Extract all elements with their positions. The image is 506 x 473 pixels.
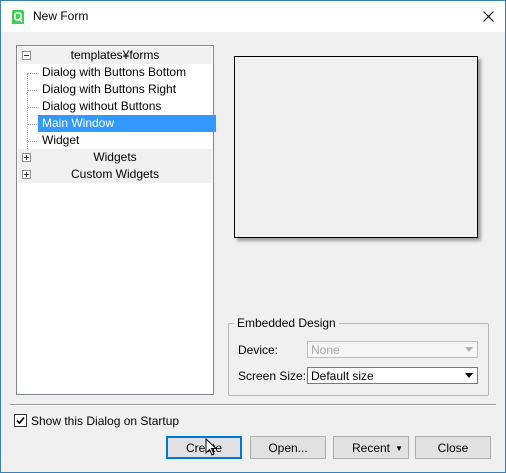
device-label: Device: <box>238 343 279 357</box>
show-on-startup-label: Show this Dialog on Startup <box>31 414 180 428</box>
qt-designer-icon <box>12 10 24 24</box>
tree-item-main-window[interactable]: Main Window <box>18 115 216 132</box>
tree-item-label: Main Window <box>38 115 216 132</box>
embedded-design-title: Embedded Design <box>234 316 339 330</box>
tree-item-dialog-buttons-right[interactable]: Dialog with Buttons Right <box>18 81 212 98</box>
tree-category-widgets[interactable]: Widgets <box>18 149 212 166</box>
tree-item-widget[interactable]: Widget <box>18 132 212 149</box>
screen-size-select[interactable]: Default size <box>307 367 478 384</box>
template-tree[interactable]: templates¥forms Dialog with Buttons Bott… <box>16 45 216 395</box>
checkmark-icon <box>16 416 25 425</box>
title-bar: New Form <box>1 1 505 32</box>
separator <box>10 404 496 406</box>
recent-button[interactable]: Recent ▼ <box>333 436 409 459</box>
close-window-button[interactable] <box>471 1 505 32</box>
tree-category-label: Widgets <box>93 150 137 164</box>
tree-item-label: Dialog without Buttons <box>42 99 162 113</box>
mouse-cursor-icon <box>205 438 217 456</box>
tree-item-label: Widget <box>42 133 80 147</box>
screen-size-label: Screen Size: <box>238 369 307 383</box>
recent-button-label: Recent <box>351 441 391 455</box>
tree-category-label: Custom Widgets <box>70 167 160 181</box>
new-form-dialog: New Form templates¥forms Dialog with But… <box>0 0 506 473</box>
tree-item-dialog-buttons-bottom[interactable]: Dialog with Buttons Bottom <box>18 64 212 81</box>
embedded-design-group <box>228 323 489 396</box>
tree-category-custom-widgets[interactable]: Custom Widgets <box>18 166 212 183</box>
tree-category-templates-forms[interactable]: templates¥forms <box>18 47 212 64</box>
chevron-down-icon <box>461 342 477 357</box>
tree-item-label: Dialog with Buttons Right <box>42 82 177 96</box>
dropdown-arrow-icon: ▼ <box>395 444 403 453</box>
window-title: New Form <box>33 9 89 23</box>
device-select[interactable]: None <box>307 341 478 358</box>
create-button[interactable]: Create <box>166 436 242 459</box>
chevron-down-icon <box>461 368 477 383</box>
form-preview <box>234 56 478 238</box>
tree-item-dialog-without-buttons[interactable]: Dialog without Buttons <box>18 98 212 115</box>
close-button[interactable]: Close <box>415 436 491 459</box>
screen-size-value: Default size <box>311 369 374 383</box>
show-on-startup-checkbox[interactable] <box>14 414 27 427</box>
device-value: None <box>311 343 340 357</box>
tree-category-label: templates¥forms <box>70 48 160 62</box>
open-button[interactable]: Open... <box>250 436 326 459</box>
close-icon <box>482 11 494 22</box>
tree-item-label: Dialog with Buttons Bottom <box>42 65 187 79</box>
